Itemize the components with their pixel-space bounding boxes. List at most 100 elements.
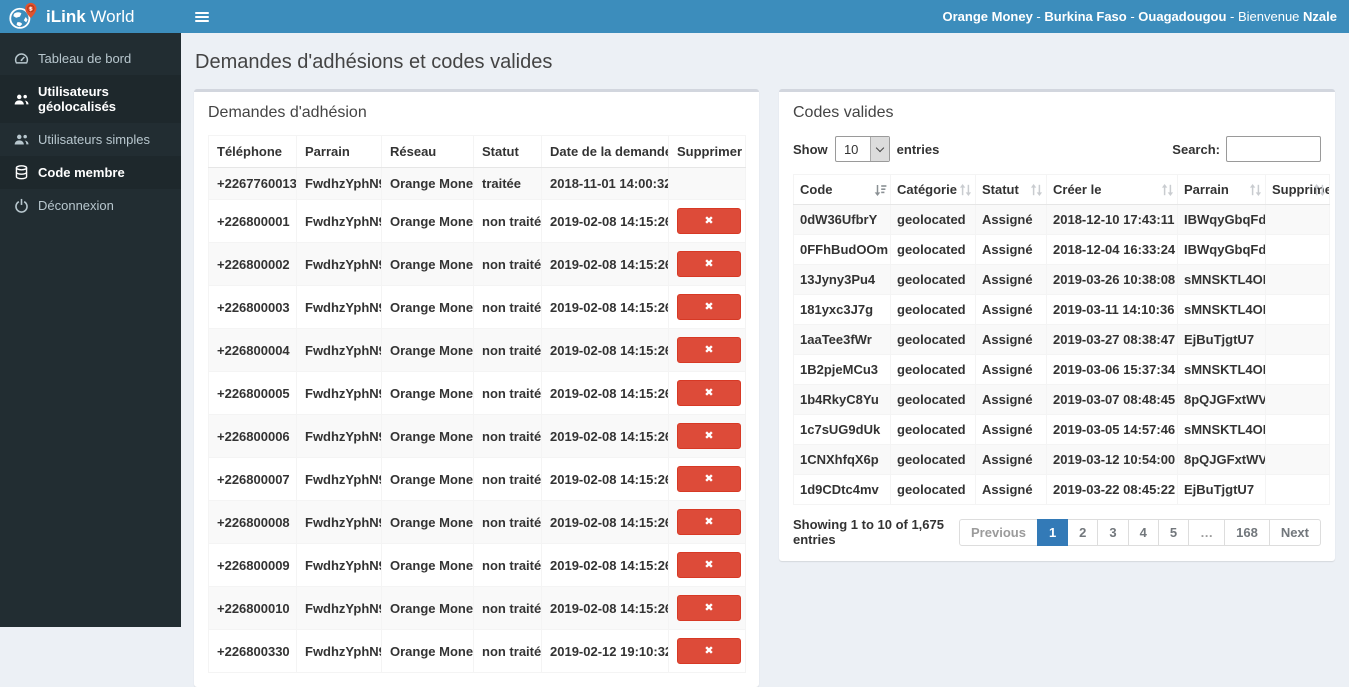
delete-request-button[interactable]: ✖: [677, 208, 741, 234]
cell-creer-le: 2019-03-06 15:37:34: [1047, 355, 1178, 385]
cell-supprimer: ✖: [669, 501, 746, 544]
cell-statut: non traitée: [474, 501, 542, 544]
column-header: Supprimer: [669, 136, 746, 168]
app-logo[interactable]: $ iLink World: [0, 0, 181, 33]
sidebar-item-dashboard[interactable]: Tableau de bord: [0, 42, 181, 75]
search-input[interactable]: [1226, 136, 1321, 162]
page-size-select[interactable]: 10: [836, 137, 889, 161]
table-row: +226800005FwdhzYphN9Orange Moneynon trai…: [209, 372, 746, 415]
cell-creer-le: 2019-03-12 10:54:00: [1047, 445, 1178, 475]
cell-statut: non traitée: [474, 200, 542, 243]
cell-date: 2019-02-08 14:15:26: [542, 544, 669, 587]
delete-request-button[interactable]: ✖: [677, 595, 741, 621]
brand-bold: iLink: [46, 7, 86, 26]
column-header-sortable[interactable]: Catégorie: [891, 175, 976, 205]
cell-creer-le: 2019-03-05 14:57:46: [1047, 415, 1178, 445]
delete-request-button[interactable]: ✖: [677, 294, 741, 320]
delete-request-button[interactable]: ✖: [677, 552, 741, 578]
sidebar-item-geolocated-users[interactable]: Utilisateurs géolocalisés: [0, 75, 181, 123]
cell-supprimer: ✖: [669, 329, 746, 372]
navbar-greeting: Bienvenue: [1238, 9, 1303, 24]
table-row: +226800008FwdhzYphN9Orange Moneynon trai…: [209, 501, 746, 544]
sort-both-icon: [959, 184, 972, 196]
delete-request-button[interactable]: ✖: [677, 251, 741, 277]
cell-categorie: geolocated: [891, 445, 976, 475]
sidebar-toggle-button[interactable]: [181, 0, 223, 33]
pagination-next[interactable]: Next: [1269, 519, 1321, 546]
cell-parrain: FwdhzYphN9: [297, 630, 382, 673]
column-header-sortable[interactable]: Statut: [976, 175, 1047, 205]
cell-parrain: 8pQJGFxtWV: [1178, 445, 1266, 475]
sidebar-item-logout[interactable]: Déconnexion: [0, 189, 181, 222]
cell-parrain: FwdhzYphN9: [297, 200, 382, 243]
pagination-page-5[interactable]: 5: [1158, 519, 1189, 546]
table-row: +226800001FwdhzYphN9Orange Moneynon trai…: [209, 200, 746, 243]
cell-parrain: IBWqyGbqFd: [1178, 235, 1266, 265]
cell-date: 2019-02-12 19:10:32: [542, 630, 669, 673]
cell-creer-le: 2019-03-27 08:38:47: [1047, 325, 1178, 355]
cell-parrain: FwdhzYphN9: [297, 415, 382, 458]
cell-parrain: FwdhzYphN9: [297, 458, 382, 501]
table-row: +226800009FwdhzYphN9Orange Moneynon trai…: [209, 544, 746, 587]
pagination-page-168[interactable]: 168: [1224, 519, 1270, 546]
delete-request-button[interactable]: ✖: [677, 509, 741, 535]
delete-request-button[interactable]: ✖: [677, 466, 741, 492]
table-row: 1c7sUG9dUkgeolocatedAssigné2019-03-05 14…: [794, 415, 1330, 445]
column-header-sortable[interactable]: Créer le: [1047, 175, 1178, 205]
table-row: +226800004FwdhzYphN9Orange Moneynon trai…: [209, 329, 746, 372]
delete-request-button[interactable]: ✖: [677, 638, 741, 664]
search-label: Search:: [1172, 142, 1220, 157]
cell-parrain: FwdhzYphN9: [297, 168, 382, 200]
delete-request-button[interactable]: ✖: [677, 423, 741, 449]
cell-statut: Assigné: [976, 235, 1047, 265]
column-header-sortable[interactable]: Supprimer: [1266, 175, 1330, 205]
cell-categorie: geolocated: [891, 355, 976, 385]
pagination-page-4[interactable]: 4: [1128, 519, 1159, 546]
cell-parrain: sMNSKTL4OR: [1178, 355, 1266, 385]
sidebar-item-label: Code membre: [38, 165, 125, 180]
column-header-sortable[interactable]: Code: [794, 175, 891, 205]
cell-supprimer: ✖: [669, 587, 746, 630]
cell-phone: +226800001: [209, 200, 297, 243]
cell-date: 2019-02-08 14:15:26: [542, 501, 669, 544]
cell-code: 13Jyny3Pu4: [794, 265, 891, 295]
cell-reseau: Orange Money: [382, 587, 474, 630]
cell-code: 1CNXhfqX6p: [794, 445, 891, 475]
cell-parrain: EjBuTjgtU7: [1178, 325, 1266, 355]
cell-statut: traitée: [474, 168, 542, 200]
pagination-page-3[interactable]: 3: [1097, 519, 1128, 546]
pagination-page-1[interactable]: 1: [1037, 519, 1068, 546]
table-row: 1B2pjeMCu3geolocatedAssigné2019-03-06 15…: [794, 355, 1330, 385]
cell-creer-le: 2019-03-26 10:38:08: [1047, 265, 1178, 295]
cell-reseau: Orange Money: [382, 544, 474, 587]
navbar-user-info: Orange Money - Burkina Faso - Ouagadougo…: [943, 0, 1337, 33]
sidebar-item-label: Tableau de bord: [38, 51, 131, 66]
table-info: Showing 1 to 10 of 1,675 entries: [793, 517, 959, 547]
sidebar-item-member-code[interactable]: Code membre: [0, 156, 181, 189]
cell-date: 2019-02-08 14:15:26: [542, 458, 669, 501]
cell-categorie: geolocated: [891, 415, 976, 445]
entries-label: entries: [897, 142, 940, 157]
cell-supprimer: ✖: [669, 415, 746, 458]
cell-creer-le: 2019-03-11 14:10:36: [1047, 295, 1178, 325]
delete-request-button[interactable]: ✖: [677, 337, 741, 363]
cell-supprimer: ✖: [669, 544, 746, 587]
sidebar-item-simple-users[interactable]: Utilisateurs simples: [0, 123, 181, 156]
cell-supprimer: ✖: [669, 200, 746, 243]
column-header-sortable[interactable]: Parrain: [1178, 175, 1266, 205]
cell-reseau: Orange Money: [382, 372, 474, 415]
cell-reseau: Orange Money: [382, 458, 474, 501]
cell-parrain: FwdhzYphN9: [297, 286, 382, 329]
cell-parrain: FwdhzYphN9: [297, 372, 382, 415]
column-header: Téléphone: [209, 136, 297, 168]
cell-parrain: FwdhzYphN9: [297, 544, 382, 587]
pagination-page-2[interactable]: 2: [1067, 519, 1098, 546]
cell-phone: +226800006: [209, 415, 297, 458]
cell-supprimer: [1266, 205, 1330, 235]
cell-creer-le: 2018-12-10 17:43:11: [1047, 205, 1178, 235]
panel-valid-codes: Codes valides Show 10 entries Search:: [779, 89, 1335, 561]
delete-request-button[interactable]: ✖: [677, 380, 741, 406]
panel-membership-requests: Demandes d'adhésion TéléphoneParrainRése…: [194, 89, 759, 687]
cell-statut: Assigné: [976, 355, 1047, 385]
cell-parrain: IBWqyGbqFd: [1178, 205, 1266, 235]
